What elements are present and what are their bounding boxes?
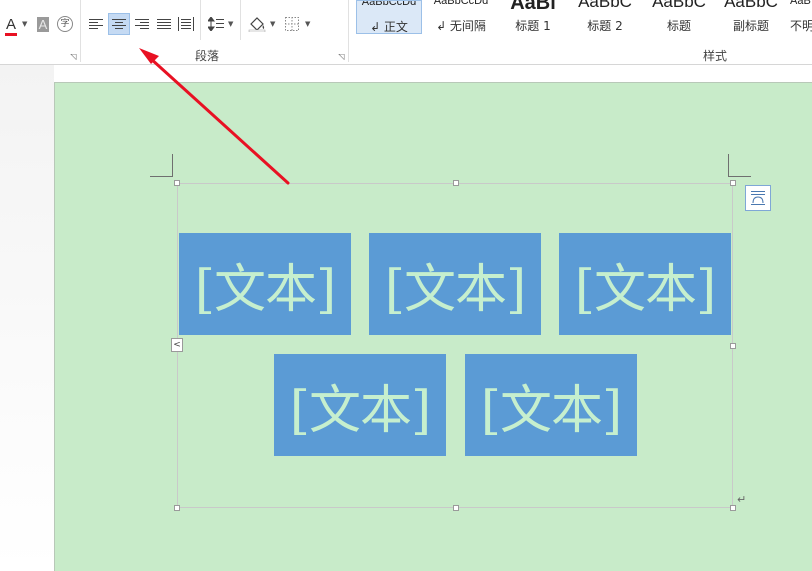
margin-corner-top-left — [150, 154, 173, 177]
paint-bucket-icon — [248, 17, 266, 32]
text-box-label: [文本] — [384, 259, 527, 320]
separator — [200, 0, 201, 40]
text-box-label: [文本] — [289, 380, 432, 441]
borders-button[interactable] — [282, 14, 302, 34]
resize-handle[interactable] — [730, 505, 736, 511]
layout-options-icon — [751, 191, 765, 205]
style-preview: AaBbCcDd — [433, 0, 489, 7]
borders-icon — [285, 17, 299, 31]
smartart-text-box[interactable]: [文本] — [369, 233, 541, 335]
shading-button[interactable] — [246, 14, 268, 34]
style-preview: AaBbC — [578, 0, 632, 10]
resize-handle[interactable] — [174, 180, 180, 186]
smartart-text-box[interactable]: [文本] — [274, 354, 446, 456]
separator — [348, 0, 349, 62]
text-pane-toggle[interactable]: < — [171, 338, 183, 352]
style-name: 副标题 — [732, 19, 769, 33]
style-name: 标题 — [666, 19, 691, 33]
styles-group-label: 样式 — [703, 49, 728, 63]
font-dialog-launcher-icon[interactable]: ◹ — [69, 52, 78, 61]
style-heading-1[interactable]: AaBl 标题 1 — [500, 0, 566, 34]
text-box-label: [文本] — [194, 259, 337, 320]
style-preview: AaB — [790, 0, 811, 7]
resize-handle[interactable] — [730, 180, 736, 186]
style-name: 不明 — [790, 19, 812, 33]
style-preview: AaBbCcDd — [361, 0, 417, 8]
chevron-down-icon[interactable]: ▼ — [270, 20, 275, 28]
style-normal[interactable]: AaBbCcDd ↲ 正文 — [356, 0, 422, 34]
distributed-button[interactable] — [176, 14, 196, 34]
align-center-icon — [112, 19, 126, 29]
style-name: 标题 1 — [515, 19, 551, 33]
resize-handle[interactable] — [174, 505, 180, 511]
align-left-button[interactable] — [86, 14, 106, 34]
paragraph-group-label: 段落 — [195, 49, 220, 63]
style-no-spacing[interactable]: AaBbCcDd ↲ 无间隔 — [428, 0, 494, 34]
character-shading-icon: A — [36, 16, 50, 32]
justify-button[interactable] — [154, 14, 174, 34]
style-subtitle[interactable]: AaBbC 副标题 — [716, 0, 786, 34]
style-heading-2[interactable]: AaBbC 标题 2 — [572, 0, 638, 34]
style-name: 标题 2 — [587, 19, 623, 33]
style-title[interactable]: AaBbC 标题 — [644, 0, 714, 34]
separator — [240, 0, 241, 40]
chevron-left-icon: < — [173, 340, 181, 350]
smartart-text-box[interactable]: [文本] — [559, 233, 731, 335]
font-color-button[interactable]: A — [2, 14, 20, 36]
character-shading-button[interactable]: A — [34, 14, 52, 34]
document-page[interactable]: [文本] [文本] [文本] [文本] [文本] < ↵ — [54, 82, 812, 571]
resize-handle[interactable] — [453, 180, 459, 186]
layout-options-button[interactable] — [745, 185, 771, 211]
line-spacing-button[interactable] — [206, 14, 226, 34]
line-spacing-icon — [208, 17, 224, 31]
enclose-character-button[interactable]: 字 — [56, 14, 74, 34]
paragraph-dialog-launcher-icon[interactable]: ◹ — [337, 52, 346, 61]
resize-handle[interactable] — [730, 343, 736, 349]
style-name: ↲ 无间隔 — [436, 19, 486, 33]
align-right-icon — [135, 19, 149, 29]
align-left-icon — [89, 19, 103, 29]
paragraph-mark: ↵ — [737, 493, 747, 506]
style-preview: AaBbC — [724, 0, 778, 10]
distributed-icon — [178, 17, 194, 31]
document-margin — [0, 65, 54, 570]
margin-corner-top-right — [728, 154, 751, 177]
style-preview: AaBbC — [652, 0, 706, 10]
align-center-button[interactable] — [108, 13, 130, 35]
chevron-down-icon[interactable]: ▼ — [228, 20, 233, 28]
style-name: ↲ 正文 — [370, 20, 408, 34]
justify-icon — [157, 19, 171, 29]
chevron-down-icon[interactable]: ▼ — [305, 20, 310, 28]
style-preview: AaBl — [500, 0, 566, 10]
smartart-text-box[interactable]: [文本] — [465, 354, 637, 456]
smartart-frame[interactable] — [174, 180, 736, 511]
chevron-down-icon[interactable]: ▼ — [22, 20, 27, 28]
ribbon: A ▼ A 字 ◹ ▼ ▼ ▼ 段落 ◹ AaBbCcDd ↲ 正文 AaBbC… — [0, 0, 812, 65]
resize-handle[interactable] — [453, 505, 459, 511]
text-box-label: [文本] — [480, 380, 623, 441]
enclose-character-icon: 字 — [57, 16, 73, 32]
text-box-label: [文本] — [574, 259, 717, 320]
separator — [80, 0, 81, 62]
font-color-icon: A — [4, 16, 17, 36]
align-right-button[interactable] — [132, 14, 152, 34]
smartart-text-box[interactable]: [文本] — [179, 233, 351, 335]
style-subtle-emphasis[interactable]: AaB 不明 — [790, 0, 812, 34]
